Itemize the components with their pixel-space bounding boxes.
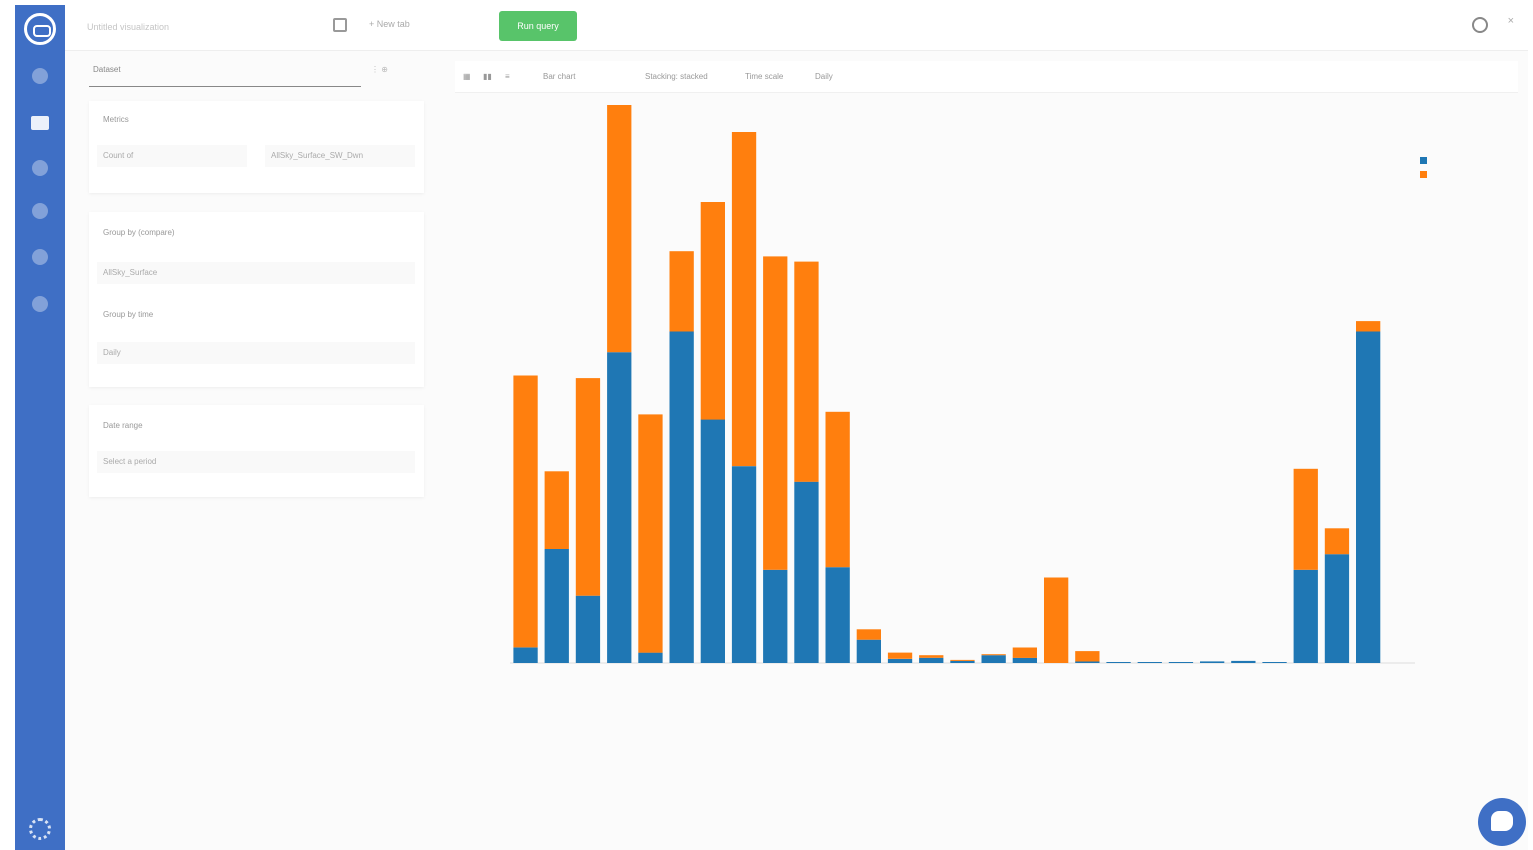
bar-segment[interactable] xyxy=(1012,647,1037,658)
bar-segment[interactable] xyxy=(950,659,975,661)
legend-item[interactable] xyxy=(1420,153,1436,167)
metric-column-select[interactable]: AllSky_Surface_SW_Dwn xyxy=(265,145,415,167)
bar-segment[interactable] xyxy=(513,375,538,648)
metrics-label: Metrics xyxy=(103,115,129,124)
bar-segment[interactable] xyxy=(887,652,913,659)
group-compare-select[interactable]: AllSky_Surface xyxy=(97,262,415,284)
gear-icon[interactable] xyxy=(29,818,51,840)
bar-segment[interactable] xyxy=(1200,661,1225,663)
left-nav-rail xyxy=(15,5,65,850)
bar-segment[interactable] xyxy=(825,411,850,568)
table-view-icon[interactable]: ▦ xyxy=(463,72,471,81)
bar-segment[interactable] xyxy=(1231,660,1256,663)
bar-segment[interactable] xyxy=(1262,662,1287,663)
stacked-bar-chart xyxy=(510,105,1415,664)
bar-segment[interactable] xyxy=(544,549,569,663)
app-frame: Untitled visualization + New tab Run que… xyxy=(15,5,1528,850)
bar-segment[interactable] xyxy=(856,639,881,663)
bar-segment[interactable] xyxy=(700,202,725,420)
bar-segment[interactable] xyxy=(981,654,1006,656)
bar-segment[interactable] xyxy=(638,652,663,663)
bar-segment[interactable] xyxy=(1106,662,1131,663)
query-name-input[interactable]: Untitled visualization xyxy=(87,17,317,37)
legend-swatch xyxy=(1420,170,1427,178)
bar-segment[interactable] xyxy=(1044,577,1069,664)
group-compare-label: Group by (compare) xyxy=(103,228,175,237)
bar-segment[interactable] xyxy=(731,132,757,467)
group-time-select[interactable]: Daily xyxy=(97,342,415,364)
help-icon[interactable] xyxy=(1472,17,1488,33)
bar-segment[interactable] xyxy=(919,655,944,658)
bar-segment[interactable] xyxy=(607,352,632,663)
home-icon[interactable] xyxy=(32,68,48,84)
bar-segment[interactable] xyxy=(825,567,850,663)
bar-segment[interactable] xyxy=(731,466,757,663)
bar-segment[interactable] xyxy=(1293,569,1318,663)
list-view-icon[interactable]: ≡ xyxy=(505,72,510,81)
close-icon[interactable]: × xyxy=(1508,15,1514,27)
bar-segment[interactable] xyxy=(1356,331,1381,664)
bar-segment[interactable] xyxy=(1012,657,1037,663)
settings-icon[interactable] xyxy=(32,203,48,219)
bar-segment[interactable] xyxy=(1075,661,1100,663)
bar-segment[interactable] xyxy=(669,251,694,332)
legend-swatch xyxy=(1420,156,1427,164)
bar-segment[interactable] xyxy=(1324,554,1350,663)
bar-segment[interactable] xyxy=(513,647,538,664)
logo-icon[interactable] xyxy=(24,13,56,45)
bar-view-icon[interactable]: ▮▮ xyxy=(483,72,492,81)
dataset-actions-icon[interactable]: ⋮ ⊕ xyxy=(371,65,388,74)
top-bar: Untitled visualization + New tab Run que… xyxy=(65,5,1528,51)
bar-segment[interactable] xyxy=(981,655,1006,663)
bar-segment[interactable] xyxy=(638,414,663,653)
date-range-input[interactable]: Select a period xyxy=(97,451,415,473)
bar-segment[interactable] xyxy=(950,660,975,663)
chat-icon[interactable] xyxy=(1478,798,1526,846)
branch-icon[interactable] xyxy=(32,249,48,265)
bar-segment[interactable] xyxy=(669,331,694,664)
time-scale-label: Time scale xyxy=(745,72,784,81)
date-range-panel: Date range Select a period xyxy=(89,405,424,497)
bar-segment[interactable] xyxy=(1293,468,1318,570)
bar-segment[interactable] xyxy=(1356,321,1381,332)
bar-segment[interactable] xyxy=(1137,662,1162,663)
bar-segment[interactable] xyxy=(607,105,632,353)
save-icon[interactable] xyxy=(333,18,347,32)
bar-segment[interactable] xyxy=(544,471,569,549)
chart-icon[interactable] xyxy=(31,116,49,130)
bar-segment[interactable] xyxy=(919,657,944,663)
group-by-panel: Group by (compare) AllSky_Surface Group … xyxy=(89,212,424,387)
group-time-label: Group by time xyxy=(103,310,154,319)
stacking-select[interactable]: Stacking: stacked xyxy=(645,72,708,81)
bar-segment[interactable] xyxy=(794,481,819,663)
bar-segment[interactable] xyxy=(794,261,819,482)
metric-aggregation-select[interactable]: Count of xyxy=(97,145,247,167)
new-tab-button[interactable]: + New tab xyxy=(369,19,410,29)
bar-segment[interactable] xyxy=(700,419,725,664)
date-range-label: Date range xyxy=(103,421,143,430)
chart-type-select[interactable]: Bar chart xyxy=(543,72,575,81)
bar-segment[interactable] xyxy=(1324,528,1350,555)
bar-segment[interactable] xyxy=(887,658,913,663)
help-nav-icon[interactable] xyxy=(32,296,48,312)
dataset-icon[interactable] xyxy=(32,160,48,176)
run-query-button[interactable]: Run query xyxy=(499,11,577,41)
metrics-panel: Metrics Count of AllSky_Surface_SW_Dwn xyxy=(89,101,424,193)
dataset-select[interactable]: Dataset xyxy=(89,59,361,87)
bar-segment[interactable] xyxy=(1075,651,1100,662)
bar-segment[interactable] xyxy=(1168,662,1194,663)
bar-segment[interactable] xyxy=(763,256,788,570)
bar-segment[interactable] xyxy=(763,569,788,663)
bar-segment[interactable] xyxy=(575,378,601,596)
chart-legend xyxy=(1420,153,1436,181)
chart-toolbar: ▦ ▮▮ ≡ Bar chart Stacking: stacked Time … xyxy=(455,61,1518,93)
bar-segment[interactable] xyxy=(856,629,881,640)
time-scale-select[interactable]: Daily xyxy=(815,72,833,81)
legend-item[interactable] xyxy=(1420,167,1436,181)
bar-segment[interactable] xyxy=(575,595,601,663)
